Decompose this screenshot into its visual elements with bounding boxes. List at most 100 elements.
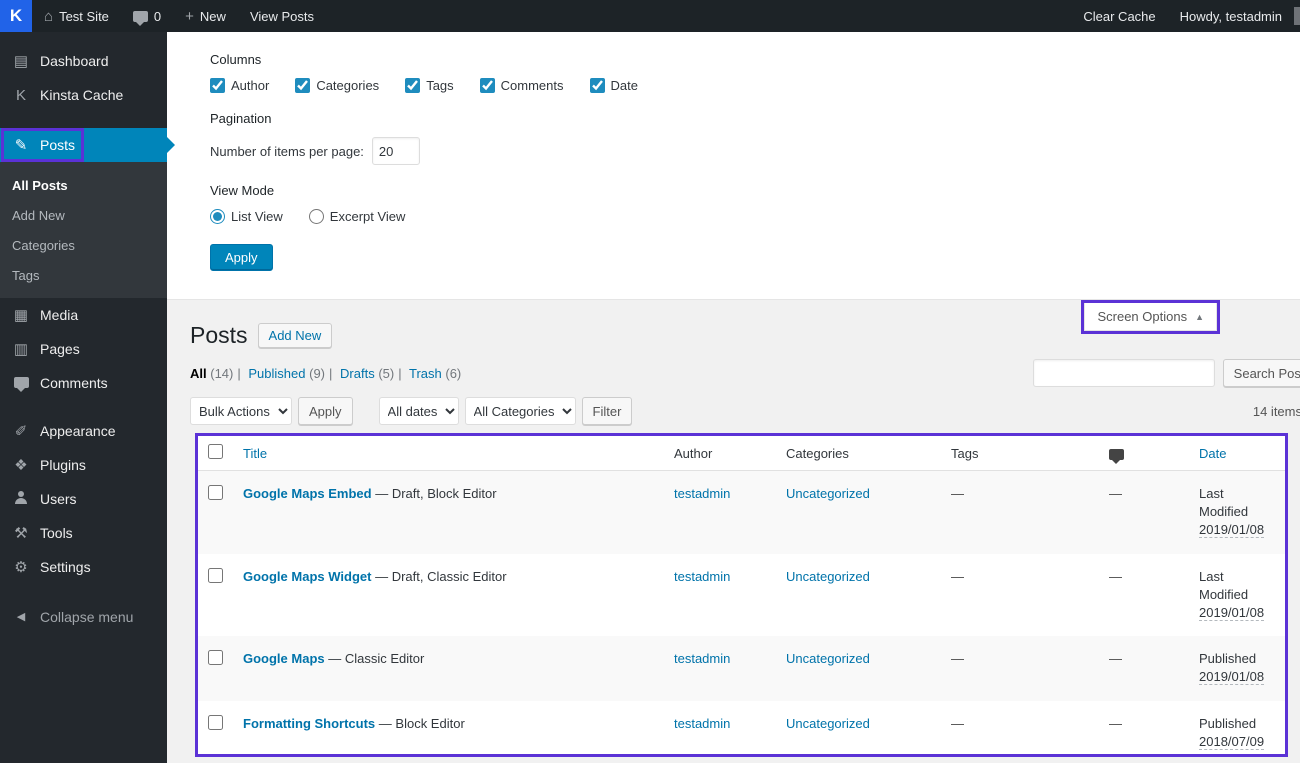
sidebar-item-media[interactable]: ▦ Media xyxy=(0,298,167,332)
screen-options-apply-button[interactable]: Apply xyxy=(210,244,273,271)
sidebar-item-posts[interactable]: ✎ Posts xyxy=(0,128,175,162)
column-checkboxes: Author Categories Tags Comments Date xyxy=(210,78,1300,93)
category-link[interactable]: Uncategorized xyxy=(786,569,870,584)
filter-drafts[interactable]: Drafts (5) xyxy=(340,366,394,381)
comments-icon xyxy=(10,376,32,392)
sidebar-item-plugins[interactable]: ❖ Plugins xyxy=(0,448,167,482)
kinsta-logo-letter: K xyxy=(9,6,23,25)
post-title-link[interactable]: Google Maps Widget xyxy=(243,569,371,584)
pushpin-icon: ✎ xyxy=(14,136,28,154)
filter-trash[interactable]: Trash (6) xyxy=(409,366,461,381)
post-state: — Draft, Classic Editor xyxy=(375,568,507,584)
bulk-actions-select[interactable]: Bulk Actions xyxy=(190,397,292,425)
site-name-link[interactable]: ⌂ Test Site xyxy=(32,0,121,32)
author-checkbox[interactable] xyxy=(210,78,225,93)
submenu-item-tags[interactable]: Tags xyxy=(0,260,167,290)
post-title-link[interactable]: Google Maps Embed xyxy=(243,486,372,501)
sidebar-item-settings[interactable]: ⚙ Settings xyxy=(0,550,167,584)
list-view-option[interactable]: List View xyxy=(210,209,283,224)
checkbox-label: Comments xyxy=(500,78,564,93)
author-link[interactable]: testadmin xyxy=(674,651,730,666)
column-toggle-comments[interactable]: Comments xyxy=(479,78,564,93)
sidebar-item-label: Dashboard xyxy=(40,53,109,69)
sidebar-item-users[interactable]: Users xyxy=(0,482,167,516)
filter-published[interactable]: Published (9) xyxy=(248,366,325,381)
admin-bar-comments[interactable]: 0 xyxy=(121,0,173,32)
kinsta-logo[interactable]: K xyxy=(0,0,32,32)
categories-filter-select[interactable]: All Categories xyxy=(464,397,576,425)
author-column-header: Author xyxy=(674,445,713,461)
select-all-checkbox[interactable] xyxy=(208,444,223,459)
per-page-row: Number of items per page: xyxy=(210,137,1300,165)
date-checkbox[interactable] xyxy=(589,78,605,93)
clear-cache-label: Clear Cache xyxy=(1083,8,1156,24)
search-box: Search Posts xyxy=(1032,359,1300,387)
filter-all[interactable]: All (14) xyxy=(190,366,233,381)
filter-separator: | xyxy=(329,365,333,381)
clear-cache-link[interactable]: Clear Cache xyxy=(1071,0,1167,32)
sidebar-item-appearance[interactable]: ✐ Appearance xyxy=(0,414,167,448)
search-input[interactable] xyxy=(1032,359,1215,387)
category-link[interactable]: Uncategorized xyxy=(786,486,870,501)
column-toggle-categories[interactable]: Categories xyxy=(295,78,379,93)
home-icon: ⌂ xyxy=(44,7,54,25)
howdy-account-link[interactable]: Howdy, testadmin xyxy=(1168,0,1294,32)
screen-options-tab[interactable]: Screen Options ▲ xyxy=(1084,303,1217,331)
author-link[interactable]: testadmin xyxy=(674,486,730,501)
sidebar-item-tools[interactable]: ⚒ Tools xyxy=(0,516,167,550)
sidebar-item-pages[interactable]: ▥ Pages xyxy=(0,332,167,366)
column-toggle-author[interactable]: Author xyxy=(210,78,269,93)
row-checkbox[interactable] xyxy=(208,714,223,730)
filter-label: All xyxy=(190,365,207,381)
author-link[interactable]: testadmin xyxy=(674,716,730,731)
excerpt-view-radio[interactable] xyxy=(308,209,324,224)
plug-icon: ❖ xyxy=(14,456,28,474)
submenu-item-categories[interactable]: Categories xyxy=(0,230,167,260)
categories-checkbox[interactable] xyxy=(295,78,311,93)
annotation-box-screen-options: Screen Options ▲ xyxy=(1081,300,1220,334)
category-link[interactable]: Uncategorized xyxy=(786,651,870,666)
row-checkbox[interactable] xyxy=(208,485,223,500)
excerpt-view-option[interactable]: Excerpt View xyxy=(308,209,405,224)
submenu-item-all-posts[interactable]: All Posts xyxy=(0,170,167,200)
tags-column-header: Tags xyxy=(951,445,979,461)
row-checkbox[interactable] xyxy=(208,567,223,583)
search-posts-button[interactable]: Search Posts xyxy=(1222,359,1300,387)
categories-column-header: Categories xyxy=(786,445,849,461)
per-page-input[interactable] xyxy=(371,137,420,165)
column-toggle-date[interactable]: Date xyxy=(589,78,638,93)
view-posts-link[interactable]: View Posts xyxy=(238,0,326,32)
filter-count: (14) xyxy=(210,365,234,381)
admin-bar-new[interactable]: + New xyxy=(173,0,238,32)
table-row: Google Maps — Classic Editor testadmin U… xyxy=(198,636,1285,701)
tags-checkbox[interactable] xyxy=(405,78,421,93)
filter-label: Drafts xyxy=(340,365,375,381)
bulk-apply-button[interactable]: Apply xyxy=(298,397,353,425)
current-menu-arrow xyxy=(167,137,175,153)
sort-by-title-link[interactable]: Title xyxy=(243,446,267,461)
category-link[interactable]: Uncategorized xyxy=(786,716,870,731)
chevron-up-icon: ▲ xyxy=(1195,311,1204,322)
avatar[interactable] xyxy=(1294,7,1300,25)
list-view-radio[interactable] xyxy=(210,209,225,224)
add-new-button[interactable]: Add New xyxy=(257,323,333,348)
column-toggle-tags[interactable]: Tags xyxy=(405,78,454,93)
main-content: Columns Author Categories Tags Comments xyxy=(167,32,1300,763)
filter-button[interactable]: Filter xyxy=(581,397,633,425)
author-link[interactable]: testadmin xyxy=(674,569,730,584)
sidebar-item-comments[interactable]: Comments xyxy=(0,366,167,400)
sidebar-item-kinsta-cache[interactable]: K Kinsta Cache xyxy=(0,78,167,112)
sort-by-date-link[interactable]: Date xyxy=(1199,446,1226,461)
post-title-link[interactable]: Google Maps xyxy=(243,651,325,666)
row-checkbox[interactable] xyxy=(208,650,223,666)
comments-checkbox[interactable] xyxy=(479,78,495,93)
dates-filter-select[interactable]: All dates xyxy=(378,397,459,425)
new-label: New xyxy=(199,8,226,24)
per-page-label: Number of items per page: xyxy=(210,143,364,159)
menu-gap xyxy=(0,112,167,128)
sidebar-item-dashboard[interactable]: ▤ Dashboard xyxy=(0,44,167,78)
sidebar-item-collapse-menu[interactable]: ◀ Collapse menu xyxy=(0,600,167,634)
submenu-item-add-new[interactable]: Add New xyxy=(0,200,167,230)
sidebar-item-label: Media xyxy=(40,307,79,323)
post-title-link[interactable]: Formatting Shortcuts xyxy=(243,716,375,731)
